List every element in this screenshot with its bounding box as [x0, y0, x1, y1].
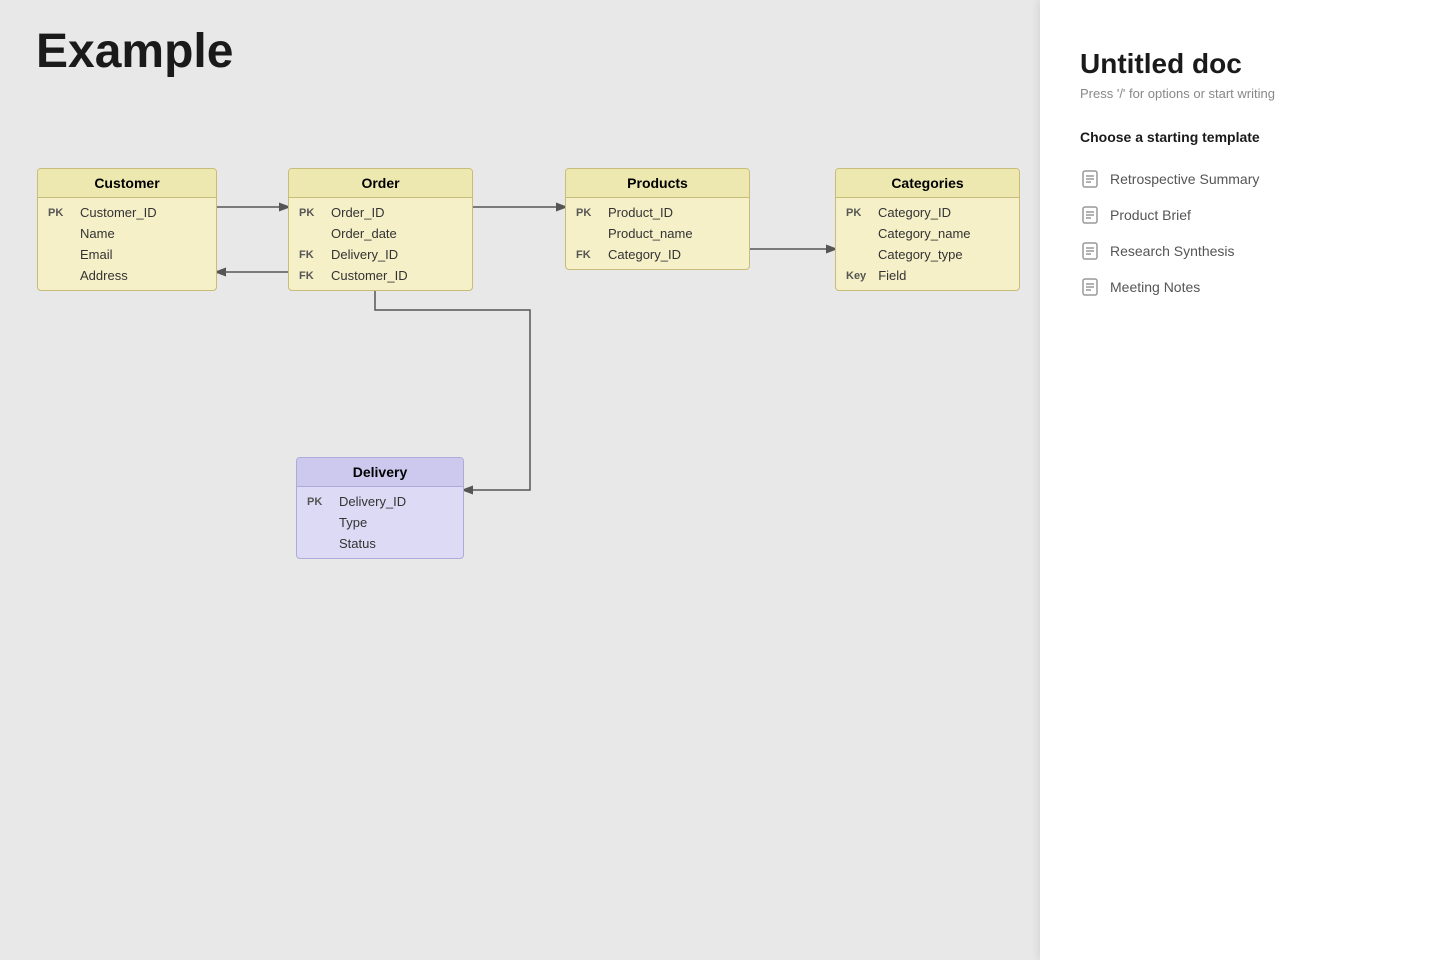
- field-label: Category_name: [878, 226, 971, 241]
- entity-delivery-body: PK Delivery_ID Type Status: [297, 487, 463, 558]
- table-row: Category_name: [836, 223, 1019, 244]
- page-title: Example: [36, 24, 233, 79]
- entity-order-body: PK Order_ID Order_date FK Delivery_ID FK…: [289, 198, 472, 290]
- template-item-product-brief[interactable]: Product Brief: [1080, 197, 1400, 233]
- field-label: Category_type: [878, 247, 963, 262]
- key-label: PK: [846, 207, 866, 219]
- table-row: FK Customer_ID: [289, 265, 472, 286]
- table-row: PK Product_ID: [566, 202, 749, 223]
- table-row: Product_name: [566, 223, 749, 244]
- field-label: Delivery_ID: [331, 247, 398, 262]
- connectors-svg: [0, 0, 1040, 960]
- field-label: Field: [878, 268, 906, 283]
- document-icon: [1080, 169, 1100, 189]
- entity-products-header: Products: [566, 169, 749, 198]
- table-row: Order_date: [289, 223, 472, 244]
- key-label: FK: [299, 270, 319, 282]
- key-label: PK: [307, 496, 327, 508]
- diagram-area: Example Customer PK Customer_ID: [0, 0, 1040, 960]
- key-label: FK: [299, 249, 319, 261]
- field-label: Product_ID: [608, 205, 673, 220]
- template-label: Product Brief: [1110, 207, 1191, 223]
- field-label: Order_date: [331, 226, 397, 241]
- entity-products[interactable]: Products PK Product_ID Product_name FK C…: [565, 168, 750, 270]
- table-row: Address: [38, 265, 216, 286]
- side-panel-title: Untitled doc: [1080, 48, 1400, 80]
- side-panel-hint: Press '/' for options or start writing: [1080, 86, 1400, 101]
- entity-delivery[interactable]: Delivery PK Delivery_ID Type Status: [296, 457, 464, 559]
- entity-customer[interactable]: Customer PK Customer_ID Name Email Addre…: [37, 168, 217, 291]
- entity-order[interactable]: Order PK Order_ID Order_date FK Delivery…: [288, 168, 473, 291]
- field-label: Category_ID: [608, 247, 681, 262]
- document-icon: [1080, 205, 1100, 225]
- entity-categories-header: Categories: [836, 169, 1019, 198]
- field-label: Type: [339, 515, 367, 530]
- key-label: Key: [846, 270, 866, 282]
- entity-delivery-header: Delivery: [297, 458, 463, 487]
- field-label: Delivery_ID: [339, 494, 406, 509]
- field-label: Email: [80, 247, 113, 262]
- field-label: Category_ID: [878, 205, 951, 220]
- field-label: Status: [339, 536, 376, 551]
- table-row: Category_type: [836, 244, 1019, 265]
- entity-products-body: PK Product_ID Product_name FK Category_I…: [566, 198, 749, 269]
- entity-customer-body: PK Customer_ID Name Email Address: [38, 198, 216, 290]
- field-label: Name: [80, 226, 115, 241]
- key-label: PK: [48, 207, 68, 219]
- table-row: FK Category_ID: [566, 244, 749, 265]
- key-label: PK: [576, 207, 596, 219]
- entity-order-header: Order: [289, 169, 472, 198]
- side-panel-section-title: Choose a starting template: [1080, 129, 1400, 145]
- field-label: Product_name: [608, 226, 693, 241]
- entity-categories[interactable]: Categories PK Category_ID Category_name …: [835, 168, 1020, 291]
- template-item-meeting-notes[interactable]: Meeting Notes: [1080, 269, 1400, 305]
- table-row: Key Field: [836, 265, 1019, 286]
- template-label: Retrospective Summary: [1110, 171, 1259, 187]
- template-item-research-synthesis[interactable]: Research Synthesis: [1080, 233, 1400, 269]
- document-icon: [1080, 277, 1100, 297]
- field-label: Customer_ID: [331, 268, 408, 283]
- side-panel: Untitled doc Press '/' for options or st…: [1040, 0, 1440, 960]
- table-row: PK Category_ID: [836, 202, 1019, 223]
- table-row: Status: [297, 533, 463, 554]
- table-row: PK Order_ID: [289, 202, 472, 223]
- table-row: PK Customer_ID: [38, 202, 216, 223]
- template-label: Meeting Notes: [1110, 279, 1200, 295]
- entity-categories-body: PK Category_ID Category_name Category_ty…: [836, 198, 1019, 290]
- template-label: Research Synthesis: [1110, 243, 1235, 259]
- field-label: Customer_ID: [80, 205, 157, 220]
- table-row: Email: [38, 244, 216, 265]
- table-row: Type: [297, 512, 463, 533]
- table-row: Name: [38, 223, 216, 244]
- table-row: FK Delivery_ID: [289, 244, 472, 265]
- entity-customer-header: Customer: [38, 169, 216, 198]
- template-item-retrospective[interactable]: Retrospective Summary: [1080, 161, 1400, 197]
- key-label: FK: [576, 249, 596, 261]
- document-icon: [1080, 241, 1100, 261]
- field-label: Order_ID: [331, 205, 384, 220]
- table-row: PK Delivery_ID: [297, 491, 463, 512]
- key-label: PK: [299, 207, 319, 219]
- field-label: Address: [80, 268, 128, 283]
